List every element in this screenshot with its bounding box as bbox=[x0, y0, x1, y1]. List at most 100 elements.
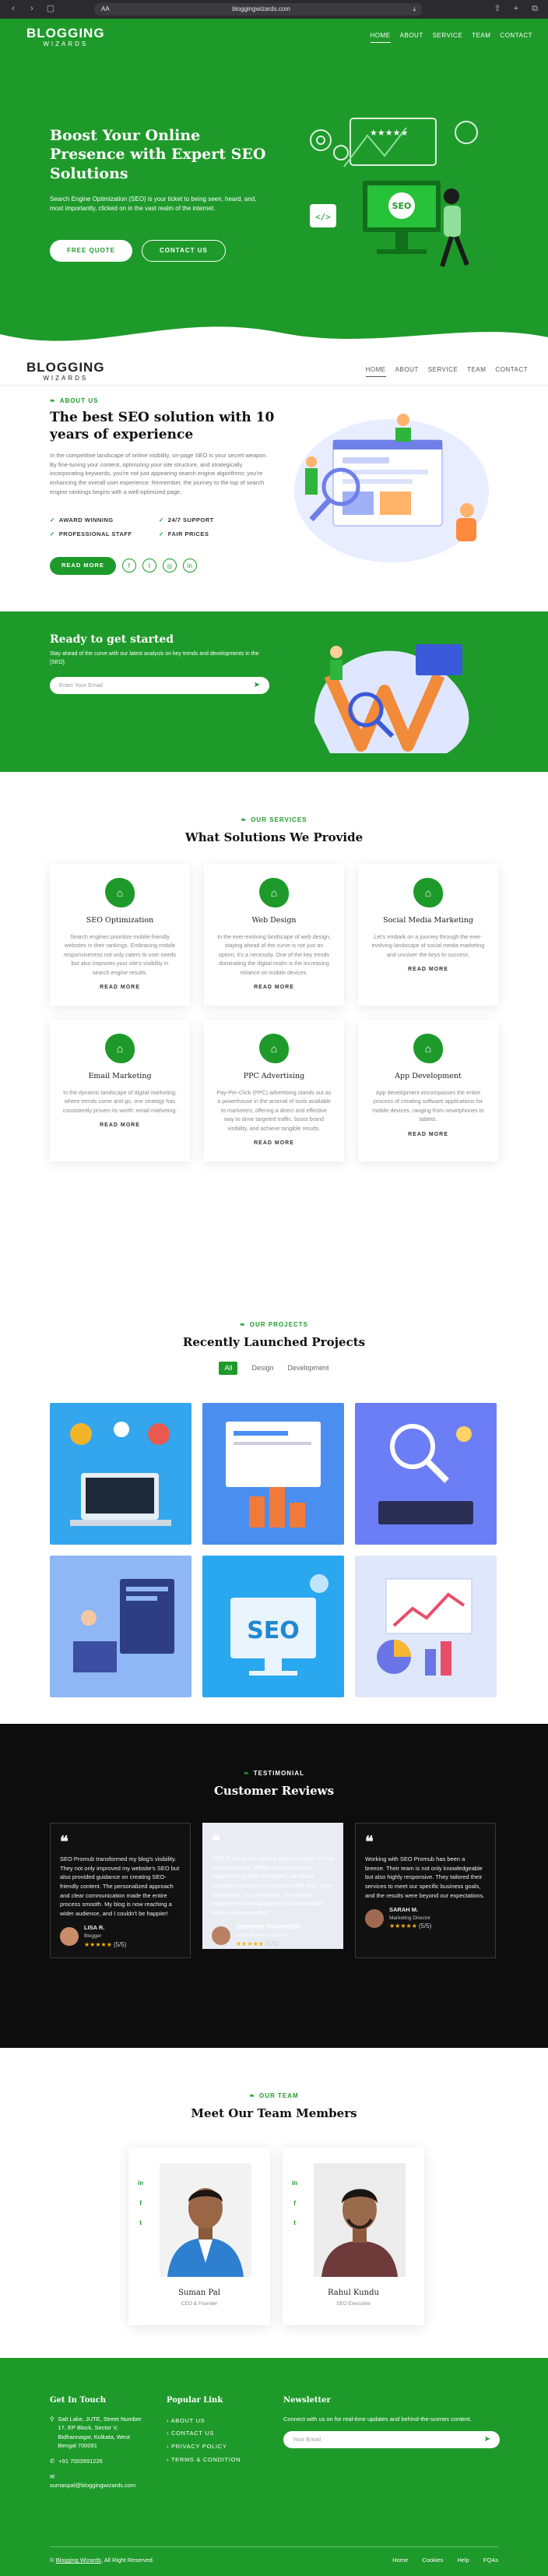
nav-contact[interactable]: CONTACT bbox=[495, 365, 528, 378]
contact-us-button[interactable]: CONTACT US bbox=[142, 240, 226, 262]
rating-stars: ★★★★★ (5/5) bbox=[84, 1940, 126, 1950]
service-card[interactable]: ⌂ Email Marketing In the dynamic landsca… bbox=[50, 1019, 190, 1161]
service-card[interactable]: ⌂ SEO Optimization Search engines priori… bbox=[50, 864, 190, 1006]
service-read-more[interactable]: READ MORE bbox=[92, 980, 140, 995]
nav-home[interactable]: HOME bbox=[370, 31, 391, 44]
back-icon[interactable]: ‹ bbox=[8, 4, 19, 15]
cta-title: Ready to get started bbox=[50, 633, 174, 646]
service-text: App development encompasses the entire p… bbox=[372, 1088, 484, 1123]
check-label: AWARD WINNING bbox=[58, 516, 114, 523]
footer-bottom-link[interactable]: Cookies bbox=[422, 2557, 443, 2565]
service-read-more[interactable]: READ MORE bbox=[92, 1118, 140, 1133]
forward-icon[interactable]: › bbox=[26, 4, 37, 15]
project-thumbnail[interactable] bbox=[355, 1403, 497, 1545]
svg-text:</>: </> bbox=[315, 212, 331, 222]
twitter-icon[interactable]: t bbox=[292, 2218, 297, 2228]
footer-links-title: Popular Link bbox=[167, 2396, 223, 2405]
footer-link[interactable]: › CONTACT US bbox=[167, 2427, 241, 2440]
nav-service[interactable]: SERVICE bbox=[433, 31, 462, 44]
send-icon[interactable]: ➤ bbox=[254, 680, 260, 692]
check-item: ✓ FAIR PRICES bbox=[159, 530, 268, 539]
facebook-icon[interactable]: f bbox=[292, 2199, 297, 2208]
stars-glyphs: ★★★★★ bbox=[84, 1940, 112, 1948]
rating-stars: ★★★★★ (5/5) bbox=[236, 1940, 300, 1949]
service-text: Search engines prioritize mobile-friendl… bbox=[63, 932, 177, 976]
logo[interactable]: BLOGGING WIZARDS bbox=[26, 26, 105, 48]
service-card[interactable]: ⌂ PPC Advertising Pay-Per-Click (PPC) ad… bbox=[204, 1019, 344, 1161]
url-text: bloggingwizards.com bbox=[232, 5, 290, 13]
service-read-more[interactable]: READ MORE bbox=[400, 1126, 448, 1141]
linkedin-icon[interactable]: in bbox=[138, 2179, 143, 2188]
linkedin-icon[interactable]: in bbox=[292, 2179, 297, 2188]
reviewer-name: LISA R. bbox=[84, 1924, 105, 1932]
filter-design[interactable]: Design bbox=[251, 1363, 273, 1373]
check-icon: ✓ bbox=[50, 530, 55, 537]
footer-link[interactable]: › ABOUT US bbox=[167, 2415, 241, 2428]
share-icon[interactable]: ⇪ bbox=[492, 4, 503, 15]
project-thumbnail[interactable] bbox=[50, 1403, 191, 1545]
footer-bottom-link[interactable]: FQAs bbox=[483, 2557, 498, 2565]
reader-label[interactable]: AA bbox=[101, 5, 110, 14]
new-tab-icon[interactable]: + bbox=[511, 4, 522, 15]
project-thumbnail[interactable]: SEO bbox=[202, 1556, 344, 1697]
footer-phone[interactable]: +91 7003991226 bbox=[58, 2457, 103, 2466]
service-card[interactable]: ⌂ Social Media Marketing Let's embark on… bbox=[358, 864, 498, 1006]
project-thumbnail[interactable] bbox=[355, 1556, 497, 1697]
service-read-more[interactable]: READ MORE bbox=[246, 980, 294, 995]
reviewer-name: JENNIFER THOMPSON bbox=[236, 1923, 300, 1931]
team-photo bbox=[160, 2163, 251, 2277]
logo-dark[interactable]: BLOGGING WIZARDS bbox=[26, 361, 105, 382]
twitter-icon[interactable]: t bbox=[142, 559, 156, 573]
service-card[interactable]: ⌂ App Development App development encomp… bbox=[358, 1019, 498, 1161]
service-read-more[interactable]: READ MORE bbox=[400, 962, 448, 977]
service-text: Pay-Per-Click (PPC) advertising stands o… bbox=[216, 1088, 332, 1132]
nav-contact[interactable]: CONTACT bbox=[500, 31, 532, 44]
facebook-icon[interactable]: f bbox=[121, 559, 136, 573]
nav-service[interactable]: SERVICE bbox=[428, 365, 458, 378]
review-text: SEO Promub transformed my blog's visibil… bbox=[60, 1855, 180, 1917]
team-card: in f t Suman Pal CEO & Founder bbox=[128, 2148, 270, 2325]
project-thumbnail[interactable] bbox=[202, 1403, 344, 1545]
footer-link-label[interactable]: ABOUT US bbox=[171, 2417, 206, 2424]
cta-email-input[interactable]: Enter Your Email ➤ bbox=[50, 677, 269, 694]
about-read-more-button[interactable]: READ MORE bbox=[50, 557, 116, 575]
check-item: ✓ PROFESSIONAL STAFF bbox=[50, 530, 159, 539]
reviews-title: Customer Reviews bbox=[213, 1783, 335, 1798]
footer-link-label[interactable]: PRIVACY POLICY bbox=[171, 2443, 227, 2450]
footer-link[interactable]: › TERMS & CONDITION bbox=[167, 2454, 241, 2467]
hero-seo-word: SEO bbox=[392, 201, 412, 211]
tabs-icon[interactable]: ⧉ bbox=[529, 4, 540, 15]
newsletter-email-input[interactable]: Your Email ➤ bbox=[283, 2431, 500, 2449]
footer-bottom-link[interactable]: Help bbox=[457, 2557, 469, 2565]
footer-email[interactable]: sumanpal@bloggingwizards.com bbox=[50, 2481, 149, 2490]
twitter-icon[interactable]: t bbox=[138, 2218, 143, 2228]
sidebar-icon[interactable]: ▢ bbox=[45, 4, 56, 15]
nav-home[interactable]: HOME bbox=[365, 365, 386, 378]
linkedin-icon[interactable]: in bbox=[182, 559, 197, 573]
filter-development[interactable]: Development bbox=[288, 1363, 329, 1373]
filter-all[interactable]: All bbox=[219, 1362, 238, 1376]
nav-team[interactable]: TEAM bbox=[467, 365, 486, 378]
free-quote-button[interactable]: FREE QUOTE bbox=[50, 240, 133, 262]
services-section: ❧ OUR SERVICES What Solutions We Provide … bbox=[0, 772, 548, 1317]
footer-link-label[interactable]: CONTACT US bbox=[171, 2430, 214, 2437]
service-card[interactable]: ⌂ Web Design In the ever-evolving landsc… bbox=[204, 864, 344, 1006]
quote-icon: ❝ bbox=[60, 1834, 68, 1851]
nav-team[interactable]: TEAM bbox=[472, 31, 490, 44]
project-thumbnail[interactable] bbox=[50, 1556, 191, 1697]
copyright-brand[interactable]: Blogging Wizards bbox=[56, 2557, 101, 2564]
instagram-icon[interactable]: ◎ bbox=[162, 559, 177, 573]
footer-link-label[interactable]: TERMS & CONDITION bbox=[171, 2456, 241, 2463]
main-nav: HOME ABOUT SERVICE TEAM CONTACT bbox=[370, 31, 532, 44]
nav-about[interactable]: ABOUT bbox=[400, 31, 423, 44]
facebook-icon[interactable]: f bbox=[138, 2199, 143, 2208]
footer-link[interactable]: › PRIVACY POLICY bbox=[167, 2440, 241, 2454]
address-bar[interactable]: AA bloggingwizards.com ⤓ bbox=[95, 3, 422, 16]
service-read-more[interactable]: READ MORE bbox=[246, 1136, 294, 1151]
review-card: ❝ SEO Promub transformed my blog's visib… bbox=[50, 1823, 191, 1958]
send-icon[interactable]: ➤ bbox=[484, 2434, 490, 2446]
footer-bottom-link[interactable]: Home bbox=[392, 2557, 408, 2565]
reviewer-role: Marketing Director bbox=[389, 1915, 431, 1921]
nav-about[interactable]: ABOUT bbox=[395, 365, 419, 378]
footer-news-text: Connect with us on for real-time updates… bbox=[283, 2415, 472, 2423]
